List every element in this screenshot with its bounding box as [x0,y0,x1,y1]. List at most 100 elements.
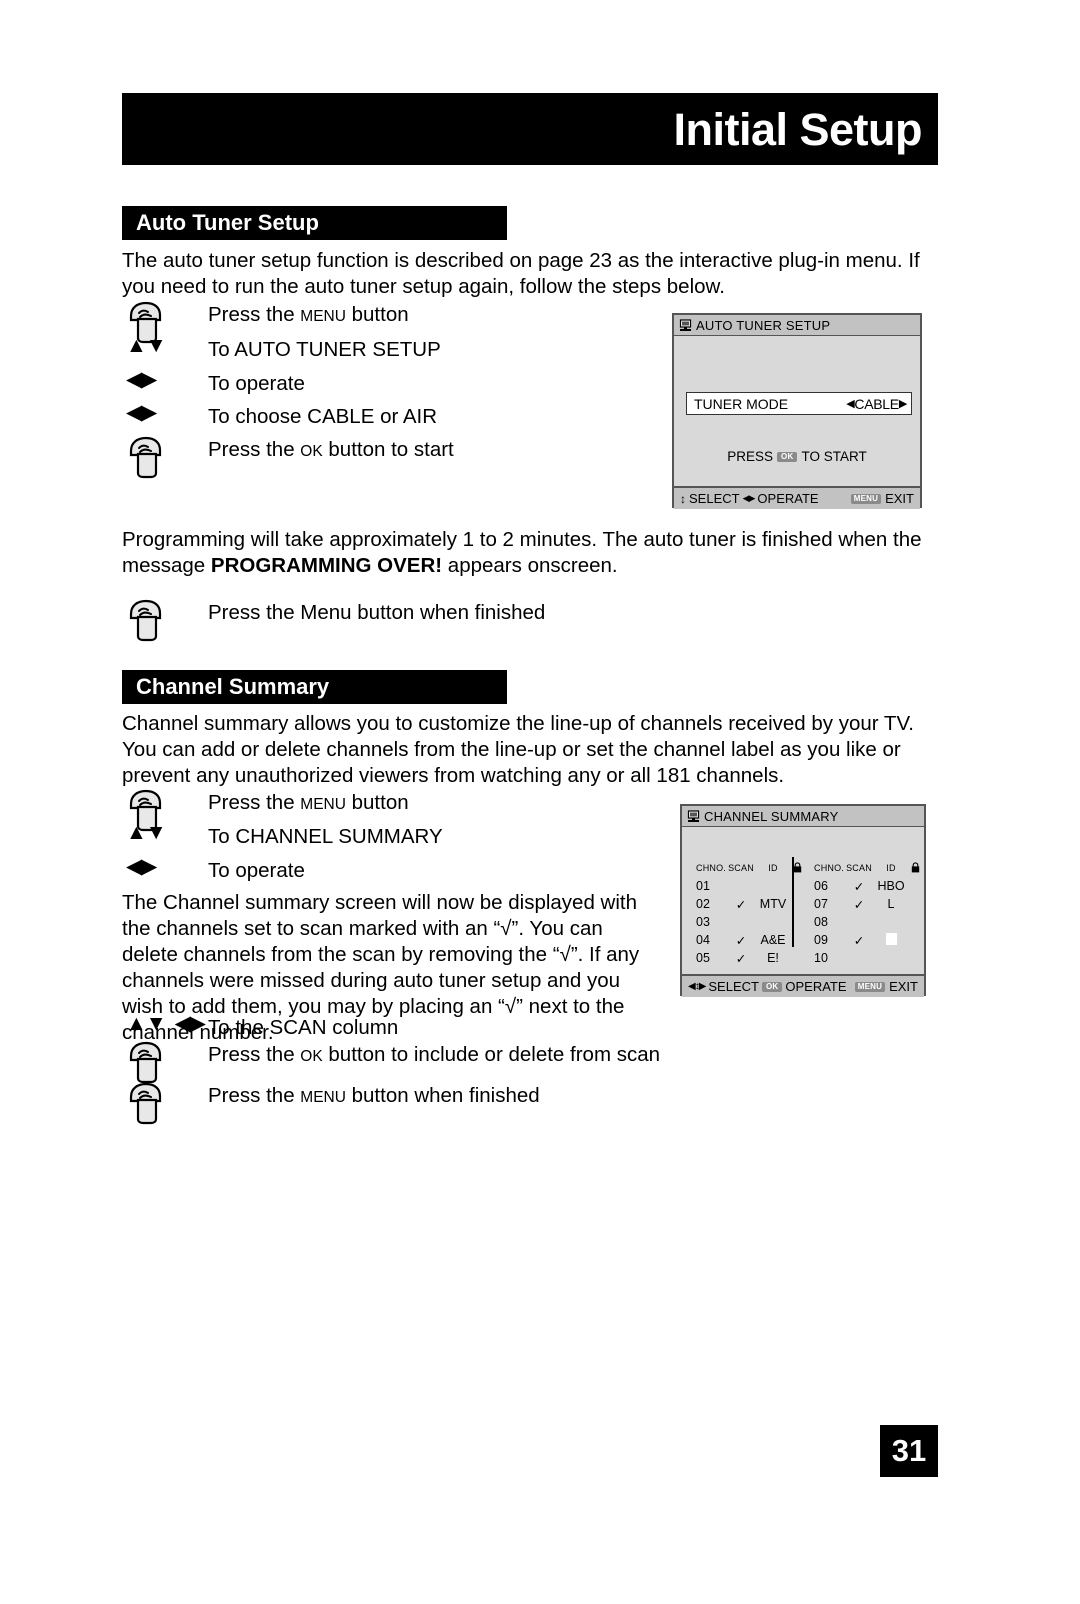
tuner-mode-value-group[interactable]: ◀ CABLE ▶ [846,396,907,412]
header-id: ID [768,863,778,873]
step-label: Press the Menu button [208,791,409,814]
select-arrows-icon: ◀↕▶ [688,981,706,992]
table-row[interactable]: 02 ✓ MTV [696,895,804,913]
arrows-left-right-icon: ◀▶ [126,855,157,878]
osd-auto-tuner-setup: AUTO TUNER SETUP TUNER MODE ◀ CABLE ▶ PR… [672,313,922,509]
table-row[interactable]: 07 ✓ L [814,895,912,913]
cell-id: MTV [759,897,787,911]
step-label: To operate [208,859,305,882]
step-press-menu-when-finished-cs: Press the Menu button when finished [122,1081,540,1125]
osd-footer-left: ◀↕▶ SELECT OK OPERATE [688,979,847,994]
cell-id: L [887,897,895,911]
osd-footer: ◀↕▶ SELECT OK OPERATE MENU EXIT [682,974,924,997]
table-row[interactable]: 04 ✓ A&E [696,931,804,949]
table-row[interactable]: 10 [814,949,912,967]
header-chno: CHNO. [814,863,844,873]
tv-icon [679,318,692,332]
step-label: To CHANNEL SUMMARY [208,825,443,848]
step-to-auto-tuner-setup: ▲▼ To AUTO TUNER SETUP [122,335,441,368]
step-label: To choose CABLE or AIR [208,405,438,428]
page-number-text: 31 [891,1433,927,1468]
section-header-channel-summary: Channel Summary [122,670,507,704]
footer-exit-label: EXIT [889,979,918,994]
arrows-left-right-icon: ◀▶ [126,368,157,391]
cell-chno: 09 [814,933,828,947]
arrows-left-right-icon: ◀▶ [126,401,157,424]
section-header-auto-tuner-setup: Auto Tuner Setup [122,206,507,240]
osd-titlebar: CHANNEL SUMMARY [682,806,924,827]
step-label: Press the Menu button when finished [208,601,546,624]
page-number-badge: 31 [880,1425,938,1477]
left-arrow-icon[interactable]: ◀ [846,397,854,410]
channel-table-right-column: CHNO. SCAN ID 06 ✓ HBO 07 ✓ L 08 09 ✓ 10 [804,859,919,967]
channel-summary-intro-paragraph: Channel summary allows you to customize … [122,712,914,787]
footer-select-label: SELECT [708,979,759,994]
osd-body: TUNER MODE ◀ CABLE ▶ PRESS OK TO START [674,336,920,486]
table-row[interactable]: 06 ✓ HBO [814,877,912,895]
table-row[interactable]: 08 [814,913,912,931]
section-title-text: Channel Summary [136,674,330,699]
cell-id-highlight[interactable] [874,932,908,948]
page-title: Initial Setup [673,103,922,155]
footer-select-label: SELECT [689,491,740,506]
osd-title-text: AUTO TUNER SETUP [696,317,831,333]
step-to-channel-summary: ▲▼ To CHANNEL SUMMARY [122,822,443,855]
cell-scan[interactable]: ✓ [844,933,874,948]
step-label: Press the Menu button [208,303,409,326]
osd-footer-right: MENU EXIT [854,979,918,994]
table-row[interactable]: 05 ✓ E! [696,949,804,967]
ok-key-badge: OK [777,451,798,462]
cell-id: HBO [877,879,905,893]
tv-icon [687,809,700,823]
table-row[interactable]: 03 [696,913,804,931]
hand-press-icon [122,1040,208,1084]
header-scan: SCAN [846,863,872,873]
hand-press-icon [122,598,208,642]
programming-note-paragraph: Programming will take approximately 1 to… [122,527,927,579]
step-label: Press the Menu button when finished [208,1084,540,1107]
page-header: Initial Setup [122,93,938,165]
updown-arrows-icon: ↕ [680,491,686,506]
cell-chno: 02 [696,897,710,911]
menu-key-badge: MENU [854,981,886,992]
footer-operate-label: OPERATE [757,491,819,506]
step-label: To operate [208,372,305,395]
cell-scan[interactable]: ✓ [726,951,756,966]
section-title-text: Auto Tuner Setup [136,210,319,235]
osd-footer-right: MENU EXIT [850,491,914,506]
osd-channel-summary: CHANNEL SUMMARY CHNO. SCAN ID 01 02 ✓ MT… [680,804,926,997]
table-row[interactable]: 09 ✓ [814,931,912,949]
footer-operate-label: OPERATE [785,979,847,994]
press-start-pre: PRESS [727,449,774,464]
ok-key-badge: OK [761,981,783,992]
cell-scan[interactable]: ✓ [726,897,756,912]
step-to-operate-cs: ◀▶ To operate [122,856,305,889]
cell-id: A&E [760,933,786,947]
tuner-mode-row[interactable]: TUNER MODE ◀ CABLE ▶ [686,392,912,415]
table-row[interactable]: 01 [696,877,804,895]
menu-key-badge: MENU [850,493,882,504]
step-press-menu-when-finished: Press the Menu button when finished [122,598,546,642]
header-id: ID [886,863,896,873]
right-arrow-icon[interactable]: ▶ [899,397,907,410]
osd-title-text: CHANNEL SUMMARY [704,808,839,824]
osd-footer: ↕ SELECT ◀▶ OPERATE MENU EXIT [674,486,920,509]
cell-scan[interactable]: ✓ [844,879,874,894]
tuner-mode-value: CABLE [854,395,899,412]
step-label: To the SCAN column [208,1016,399,1039]
osd-footer-left: ↕ SELECT ◀▶ OPERATE [680,491,819,506]
arrows-updown-leftright-icon: ▲▼ ◀▶ [126,1012,206,1035]
programming-note-part2: appears onscreen. [442,554,618,577]
press-start-post: TO START [801,449,867,464]
osd-titlebar: AUTO TUNER SETUP [674,315,920,336]
cell-scan[interactable]: ✓ [726,933,756,948]
cell-chno: 04 [696,933,710,947]
leftright-arrows-icon: ◀▶ [742,493,756,503]
header-chno: CHNO. [696,863,726,873]
cell-scan[interactable]: ✓ [844,897,874,912]
cell-chno: 05 [696,951,710,965]
header-scan: SCAN [728,863,754,873]
step-label: To AUTO TUNER SETUP [208,338,441,361]
step-press-ok-to-start: Press the Ok button to start [122,435,454,479]
cell-id: E! [767,951,779,965]
